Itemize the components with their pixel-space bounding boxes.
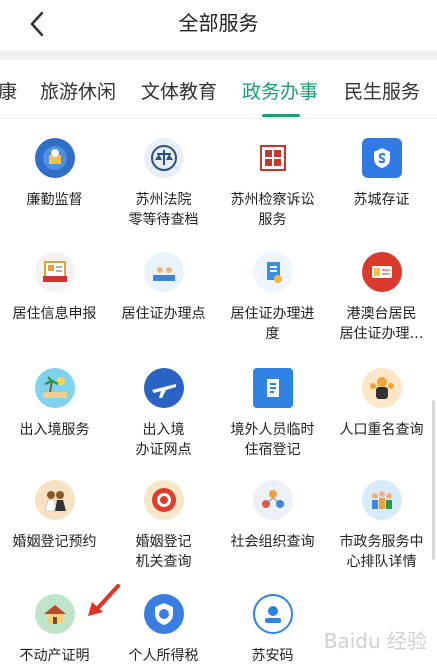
service-label: 个人所得税	[128, 648, 199, 664]
people-search-icon	[361, 368, 402, 408]
house-icon	[34, 594, 75, 634]
service-item-residence-office[interactable]: 居住证办理点	[109, 252, 218, 324]
service-label: 境外人员临时 住宿登记	[230, 422, 315, 458]
service-label: 苏州检察诉讼 服务	[230, 192, 315, 228]
service-label: 人口重名查询	[339, 422, 424, 438]
service-label: 出入境服务	[19, 422, 90, 438]
scrollbar[interactable]	[432, 400, 435, 560]
residence-card-icon	[361, 252, 402, 292]
service-item-name-search[interactable]: 人口重名查询	[327, 368, 436, 440]
divider-band	[0, 50, 437, 60]
service-label: 婚姻登记预约	[12, 534, 97, 550]
service-label: 出入境 办证网点	[135, 422, 192, 458]
service-item-exit-entry[interactable]: 出入境服务	[0, 368, 109, 440]
service-item-residence-declaration[interactable]: 居住信息申报	[0, 252, 109, 324]
registration-book-icon	[252, 368, 293, 408]
service-label: 不动产证明	[19, 648, 90, 664]
active-tab-indicator	[262, 114, 300, 117]
couple-icon	[34, 480, 75, 520]
tab-livelihood-services[interactable]: 民生服务	[344, 80, 420, 104]
service-item-social-organization[interactable]: 社会组织查询	[218, 480, 327, 552]
tab-culture-education[interactable]: 文体教育	[141, 80, 217, 104]
procuratorate-seal-icon	[252, 138, 293, 178]
service-label: 苏安码	[251, 648, 294, 664]
tab-government-affairs[interactable]: 政务办事	[242, 80, 318, 104]
service-label: 婚姻登记 机关查询	[135, 534, 192, 570]
service-item-procuratorate[interactable]: 苏州检察诉讼 服务	[218, 138, 327, 230]
court-scale-icon	[143, 138, 184, 178]
service-item-sucheng-certificate[interactable]: 苏城存证	[327, 138, 436, 210]
airplane-icon	[143, 368, 184, 408]
service-label: 居住证办理进 度	[230, 306, 315, 342]
service-item-residence-progress[interactable]: 居住证办理进 度	[218, 252, 327, 344]
double-happiness-icon	[143, 480, 184, 520]
certificate-s-icon	[361, 138, 402, 178]
service-item-income-tax[interactable]: 个人所得税	[109, 594, 218, 666]
baidu-watermark: Baidu 经验	[323, 629, 427, 653]
tab-health[interactable]: 康	[0, 80, 17, 104]
service-label: 港澳台居民 居住证办理…	[339, 306, 424, 342]
queue-crowd-icon	[361, 480, 402, 520]
service-label: 市政务服务中 心排队详情	[339, 534, 424, 570]
service-item-marriage-appointment[interactable]: 婚姻登记预约	[0, 480, 109, 552]
service-item-suan-code[interactable]: 苏安码	[218, 594, 327, 666]
header-bar: 全部服务	[0, 0, 437, 50]
travel-island-icon	[34, 368, 75, 408]
service-item-hmt-residence[interactable]: 港澳台居民 居住证办理…	[327, 252, 436, 344]
residence-form-icon	[34, 252, 75, 292]
service-label: 居住信息申报	[12, 306, 97, 322]
service-item-foreigner-registration[interactable]: 境外人员临时 住宿登记	[218, 368, 327, 460]
tax-shield-icon	[143, 594, 184, 634]
page-title: 全部服务	[178, 11, 259, 35]
service-label: 苏州法院 零等待查档	[128, 192, 199, 228]
su-an-code-icon	[252, 594, 293, 634]
service-item-queue-details[interactable]: 市政务服务中 心排队详情	[327, 480, 436, 572]
service-label: 苏城存证	[353, 192, 410, 208]
service-item-lianqin[interactable]: 廉勤监督	[0, 138, 109, 210]
shield-clock-icon	[34, 138, 75, 178]
service-desk-icon	[143, 252, 184, 292]
service-label: 居住证办理点	[121, 306, 206, 322]
tab-travel-leisure[interactable]: 旅游休闲	[40, 80, 116, 104]
service-label: 廉勤监督	[26, 192, 83, 208]
red-arrow-annotation	[88, 584, 120, 616]
service-item-marriage-office-search[interactable]: 婚姻登记 机关查询	[109, 480, 218, 572]
service-label: 社会组织查询	[230, 534, 315, 550]
service-item-court[interactable]: 苏州法院 零等待查档	[109, 138, 218, 230]
category-tabs: 康 旅游休闲 文体教育 政务办事 民生服务	[0, 60, 437, 119]
organization-icon	[252, 480, 293, 520]
service-item-exit-entry-points[interactable]: 出入境 办证网点	[109, 368, 218, 460]
progress-document-icon	[252, 252, 293, 292]
